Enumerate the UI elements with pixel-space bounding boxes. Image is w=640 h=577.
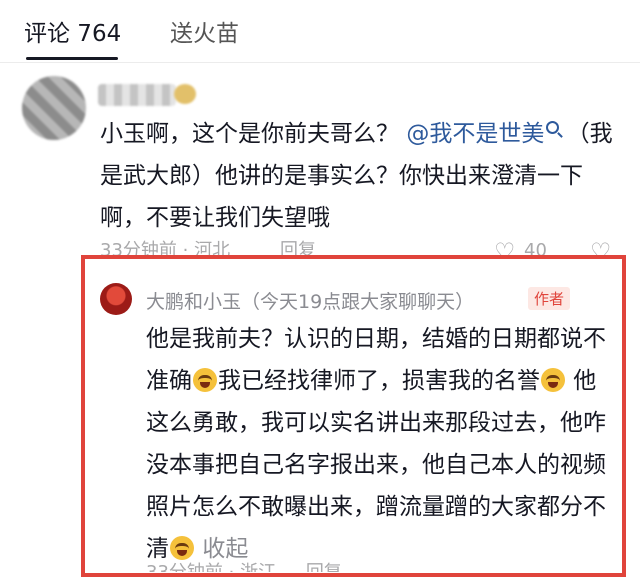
reply-text: 他是我前夫？认识的日期，结婚的日期都说不准确 我已经找律师了，损害我的名誉 他这么… [146,318,616,570]
reply-author-name[interactable]: 大鹏和小玉（今天19点跟大家聊聊天） [146,287,474,314]
tab-comments[interactable]: 评论 764 [24,14,121,48]
divider [0,62,640,63]
comment-text: 小玉啊，这个是你前夫哥么？ @我不是世美 （我是武大郎）他讲的是事实么？你快出来… [100,113,620,239]
reply-meta: 33分钟前 · 浙江 回复 [146,558,616,572]
avatar[interactable] [22,76,86,140]
mention-link[interactable]: @我不是世美 [406,121,544,147]
search-icon[interactable] [546,121,560,134]
tab-send-fire[interactable]: 送火苗 [170,14,239,48]
active-tab-indicator [26,57,118,60]
reply-text-part: 我已经找律师了，损害我的名誉 [218,368,540,394]
author-badge: 作者 [528,287,571,310]
comment-tabs: 评论 764 送火苗 [0,0,640,62]
reply-button[interactable]: 回复 [306,562,342,572]
user-badge-icon [174,84,196,104]
crying-laugh-emoji-icon [170,536,194,560]
crying-laugh-emoji-icon [193,368,217,392]
avatar[interactable] [100,283,132,315]
comment-text-part: 小玉啊，这个是你前夫哥么？ [100,121,399,147]
crying-laugh-emoji-icon [541,368,565,392]
reply-time-location: 33分钟前 · 浙江 [146,562,276,572]
username-blurred[interactable] [98,84,176,106]
reply-text-part: 他这么勇敢，我可以实名讲出来那段过去，他咋没本事把自己名字报出来，他自己本人的视… [146,368,606,562]
